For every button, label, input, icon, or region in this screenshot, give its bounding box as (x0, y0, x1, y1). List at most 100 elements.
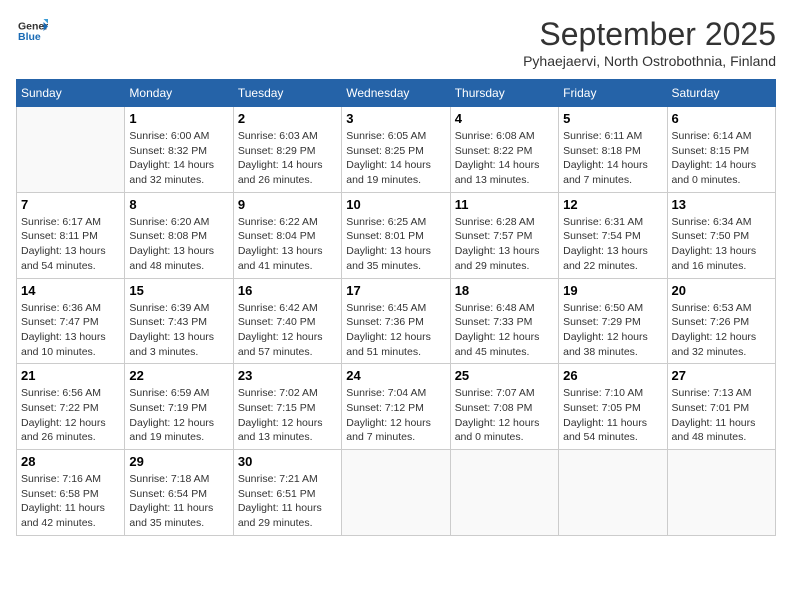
day-info: Sunrise: 6:39 AM Sunset: 7:43 PM Dayligh… (129, 301, 228, 360)
day-number: 28 (21, 454, 120, 469)
day-number: 8 (129, 197, 228, 212)
day-info: Sunrise: 6:14 AM Sunset: 8:15 PM Dayligh… (672, 129, 771, 188)
calendar-cell: 18 Sunrise: 6:48 AM Sunset: 7:33 PM Dayli… (450, 278, 558, 364)
calendar-cell (667, 450, 775, 536)
calendar-cell: 21 Sunrise: 6:56 AM Sunset: 7:22 PM Dayli… (17, 364, 125, 450)
day-info: Sunrise: 7:16 AM Sunset: 6:58 PM Dayligh… (21, 472, 120, 531)
day-number: 5 (563, 111, 662, 126)
calendar-cell: 15 Sunrise: 6:39 AM Sunset: 7:43 PM Dayli… (125, 278, 233, 364)
calendar-cell: 3 Sunrise: 6:05 AM Sunset: 8:25 PM Daylig… (342, 107, 450, 193)
calendar-cell: 14 Sunrise: 6:36 AM Sunset: 7:47 PM Dayli… (17, 278, 125, 364)
calendar-cell: 23 Sunrise: 7:02 AM Sunset: 7:15 PM Dayli… (233, 364, 341, 450)
day-number: 9 (238, 197, 337, 212)
day-info: Sunrise: 6:53 AM Sunset: 7:26 PM Dayligh… (672, 301, 771, 360)
weekday-header-sunday: Sunday (17, 80, 125, 107)
day-number: 24 (346, 368, 445, 383)
calendar-cell (17, 107, 125, 193)
day-info: Sunrise: 6:34 AM Sunset: 7:50 PM Dayligh… (672, 215, 771, 274)
day-info: Sunrise: 6:11 AM Sunset: 8:18 PM Dayligh… (563, 129, 662, 188)
calendar-cell: 6 Sunrise: 6:14 AM Sunset: 8:15 PM Daylig… (667, 107, 775, 193)
calendar-cell: 4 Sunrise: 6:08 AM Sunset: 8:22 PM Daylig… (450, 107, 558, 193)
day-info: Sunrise: 7:04 AM Sunset: 7:12 PM Dayligh… (346, 386, 445, 445)
day-number: 10 (346, 197, 445, 212)
week-row-4: 21 Sunrise: 6:56 AM Sunset: 7:22 PM Dayli… (17, 364, 776, 450)
day-info: Sunrise: 7:10 AM Sunset: 7:05 PM Dayligh… (563, 386, 662, 445)
calendar-cell: 12Sunrise: 6:31 AM Sunset: 7:54 PM Dayli… (559, 192, 667, 278)
calendar-cell: 22Sunrise: 6:59 AM Sunset: 7:19 PM Dayli… (125, 364, 233, 450)
calendar-table: SundayMondayTuesdayWednesdayThursdayFrid… (16, 79, 776, 536)
calendar-cell: 20 Sunrise: 6:53 AM Sunset: 7:26 PM Dayli… (667, 278, 775, 364)
calendar-cell: 13 Sunrise: 6:34 AM Sunset: 7:50 PM Dayli… (667, 192, 775, 278)
calendar-cell: 26 Sunrise: 7:10 AM Sunset: 7:05 PM Dayli… (559, 364, 667, 450)
day-info: Sunrise: 6:20 AM Sunset: 8:08 PM Dayligh… (129, 215, 228, 274)
calendar-cell (342, 450, 450, 536)
day-info: Sunrise: 6:22 AM Sunset: 8:04 PM Dayligh… (238, 215, 337, 274)
weekday-header-monday: Monday (125, 80, 233, 107)
month-title: September 2025 (523, 16, 776, 53)
day-number: 22 (129, 368, 228, 383)
calendar-cell: 19Sunrise: 6:50 AM Sunset: 7:29 PM Dayli… (559, 278, 667, 364)
day-info: Sunrise: 7:02 AM Sunset: 7:15 PM Dayligh… (238, 386, 337, 445)
day-info: Sunrise: 6:05 AM Sunset: 8:25 PM Dayligh… (346, 129, 445, 188)
day-number: 27 (672, 368, 771, 383)
day-info: Sunrise: 6:25 AM Sunset: 8:01 PM Dayligh… (346, 215, 445, 274)
calendar-cell: 30 Sunrise: 7:21 AM Sunset: 6:51 PM Dayli… (233, 450, 341, 536)
day-info: Sunrise: 6:31 AM Sunset: 7:54 PM Dayligh… (563, 215, 662, 274)
calendar-cell: 7 Sunrise: 6:17 AM Sunset: 8:11 PM Daylig… (17, 192, 125, 278)
day-number: 2 (238, 111, 337, 126)
day-number: 30 (238, 454, 337, 469)
day-info: Sunrise: 7:18 AM Sunset: 6:54 PM Dayligh… (129, 472, 228, 531)
day-number: 6 (672, 111, 771, 126)
weekday-header-row: SundayMondayTuesdayWednesdayThursdayFrid… (17, 80, 776, 107)
week-row-5: 28 Sunrise: 7:16 AM Sunset: 6:58 PM Dayli… (17, 450, 776, 536)
day-number: 15 (129, 283, 228, 298)
day-number: 1 (129, 111, 228, 126)
title-block: September 2025 Pyhaejaervi, North Ostrob… (523, 16, 776, 69)
day-number: 19 (563, 283, 662, 298)
day-info: Sunrise: 7:07 AM Sunset: 7:08 PM Dayligh… (455, 386, 554, 445)
calendar-cell (450, 450, 558, 536)
page-header: General Blue September 2025 Pyhaejaervi,… (16, 16, 776, 69)
day-number: 3 (346, 111, 445, 126)
day-info: Sunrise: 6:56 AM Sunset: 7:22 PM Dayligh… (21, 386, 120, 445)
svg-text:Blue: Blue (18, 31, 41, 43)
day-info: Sunrise: 6:08 AM Sunset: 8:22 PM Dayligh… (455, 129, 554, 188)
day-number: 16 (238, 283, 337, 298)
day-info: Sunrise: 6:42 AM Sunset: 7:40 PM Dayligh… (238, 301, 337, 360)
logo-icon: General Blue (18, 16, 48, 46)
week-row-2: 7 Sunrise: 6:17 AM Sunset: 8:11 PM Daylig… (17, 192, 776, 278)
calendar-cell: 16 Sunrise: 6:42 AM Sunset: 7:40 PM Dayli… (233, 278, 341, 364)
day-info: Sunrise: 6:36 AM Sunset: 7:47 PM Dayligh… (21, 301, 120, 360)
calendar-cell: 2 Sunrise: 6:03 AM Sunset: 8:29 PM Daylig… (233, 107, 341, 193)
day-number: 18 (455, 283, 554, 298)
day-number: 14 (21, 283, 120, 298)
calendar-cell: 25Sunrise: 7:07 AM Sunset: 7:08 PM Dayli… (450, 364, 558, 450)
calendar-cell: 5 Sunrise: 6:11 AM Sunset: 8:18 PM Daylig… (559, 107, 667, 193)
weekday-header-tuesday: Tuesday (233, 80, 341, 107)
day-info: Sunrise: 6:45 AM Sunset: 7:36 PM Dayligh… (346, 301, 445, 360)
day-info: Sunrise: 6:03 AM Sunset: 8:29 PM Dayligh… (238, 129, 337, 188)
day-number: 26 (563, 368, 662, 383)
day-info: Sunrise: 6:17 AM Sunset: 8:11 PM Dayligh… (21, 215, 120, 274)
calendar-cell: 17Sunrise: 6:45 AM Sunset: 7:36 PM Dayli… (342, 278, 450, 364)
calendar-cell: 28 Sunrise: 7:16 AM Sunset: 6:58 PM Dayli… (17, 450, 125, 536)
day-number: 20 (672, 283, 771, 298)
calendar-cell: 29Sunrise: 7:18 AM Sunset: 6:54 PM Dayli… (125, 450, 233, 536)
weekday-header-thursday: Thursday (450, 80, 558, 107)
week-row-3: 14 Sunrise: 6:36 AM Sunset: 7:47 PM Dayli… (17, 278, 776, 364)
weekday-header-saturday: Saturday (667, 80, 775, 107)
location-subtitle: Pyhaejaervi, North Ostrobothnia, Finland (523, 53, 776, 69)
calendar-cell: 11 Sunrise: 6:28 AM Sunset: 7:57 PM Dayli… (450, 192, 558, 278)
day-number: 13 (672, 197, 771, 212)
day-number: 11 (455, 197, 554, 212)
day-number: 23 (238, 368, 337, 383)
day-number: 4 (455, 111, 554, 126)
day-number: 21 (21, 368, 120, 383)
day-info: Sunrise: 6:28 AM Sunset: 7:57 PM Dayligh… (455, 215, 554, 274)
calendar-cell: 1Sunrise: 6:00 AM Sunset: 8:32 PM Daylig… (125, 107, 233, 193)
day-info: Sunrise: 6:48 AM Sunset: 7:33 PM Dayligh… (455, 301, 554, 360)
day-number: 7 (21, 197, 120, 212)
week-row-1: 1Sunrise: 6:00 AM Sunset: 8:32 PM Daylig… (17, 107, 776, 193)
day-info: Sunrise: 7:21 AM Sunset: 6:51 PM Dayligh… (238, 472, 337, 531)
calendar-cell: 8 Sunrise: 6:20 AM Sunset: 8:08 PM Daylig… (125, 192, 233, 278)
